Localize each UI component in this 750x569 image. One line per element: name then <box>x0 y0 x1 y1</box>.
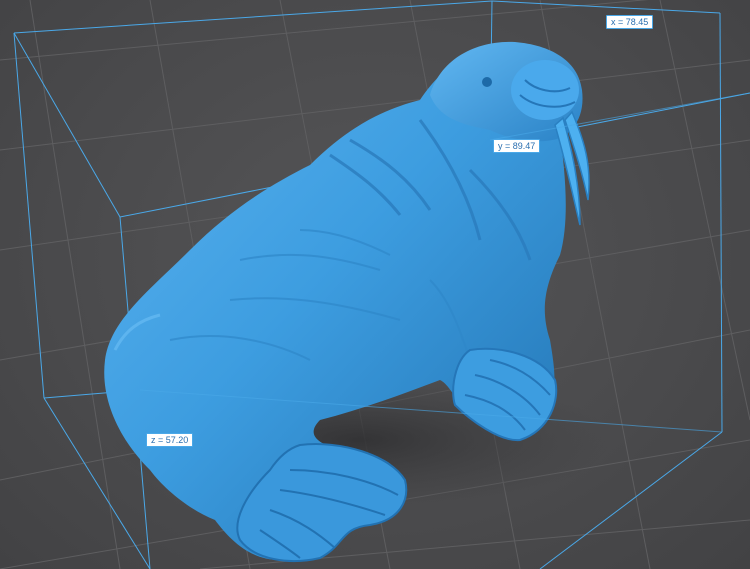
dimension-y-label: y = 89.47 <box>493 139 541 153</box>
walrus-eye <box>482 77 492 87</box>
scene-canvas[interactable] <box>0 0 750 569</box>
dimension-z-label: z = 57.20 <box>146 433 194 447</box>
3d-viewport[interactable]: x = 78.45 y = 89.47 z = 57.20 <box>0 0 750 569</box>
dimension-x-label: x = 78.45 <box>606 15 654 29</box>
